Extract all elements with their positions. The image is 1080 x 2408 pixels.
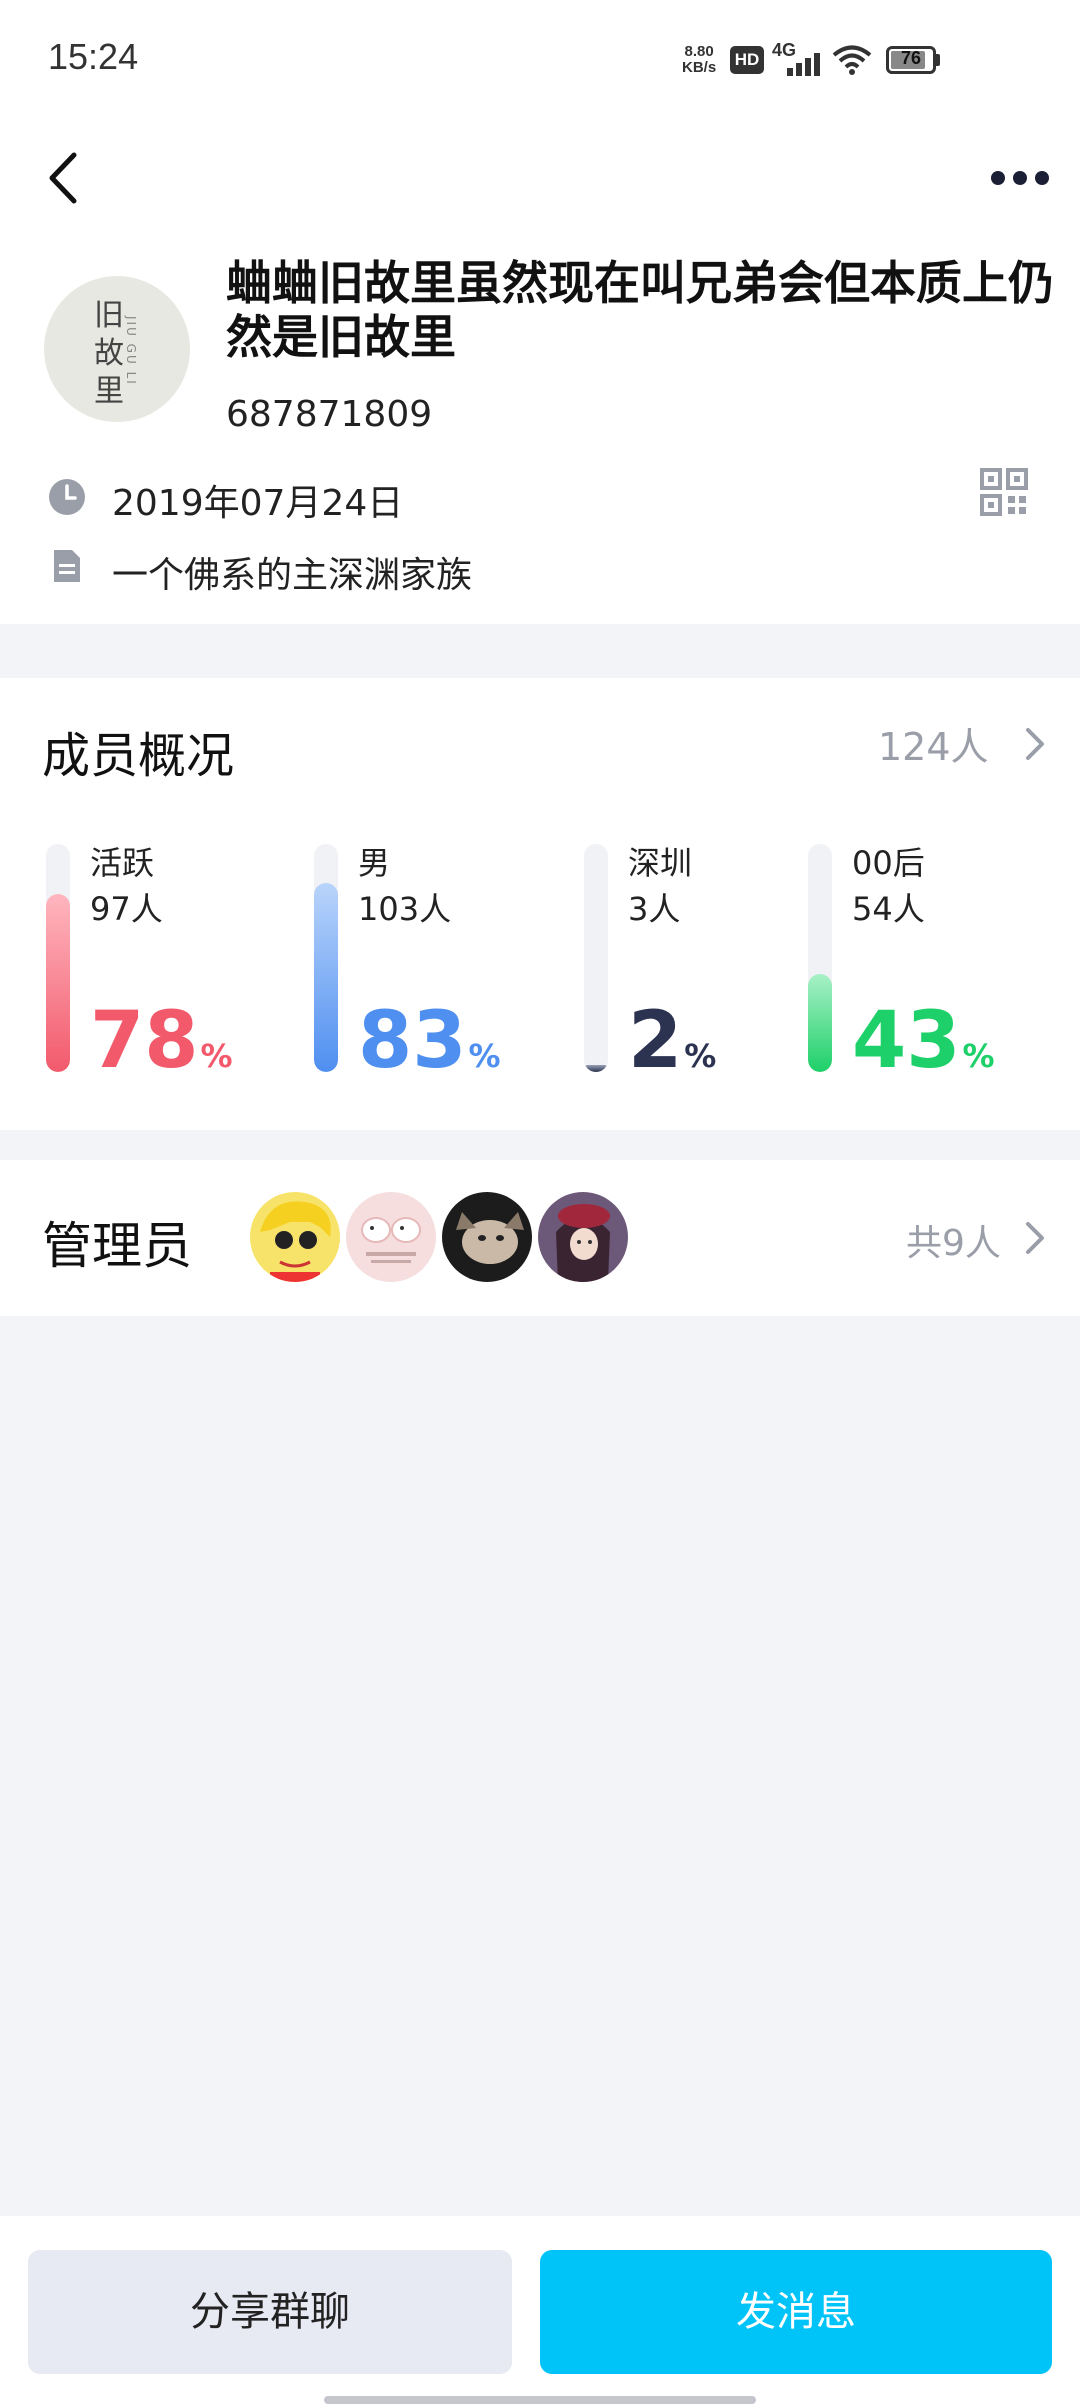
group-avatar[interactable]: 旧 故 里 JIU GU LI <box>44 276 190 422</box>
back-arrow-icon[interactable] <box>40 145 90 211</box>
stat-bar-male <box>314 844 338 1072</box>
members-total[interactable]: 124人 <box>878 716 989 771</box>
send-message-button[interactable]: 发消息 <box>540 2250 1052 2374</box>
stat-count: 103人 <box>358 890 452 928</box>
stat-percent-value: 78 <box>90 996 199 1086</box>
stat-bar-city <box>584 844 608 1072</box>
stat-label: 活跃 <box>90 844 155 882</box>
stat-fill-male <box>314 882 338 1072</box>
stat-label: 00后 <box>852 844 925 882</box>
admins-total[interactable]: 共9人 <box>906 1214 1001 1266</box>
admin-avatar[interactable] <box>250 1192 340 1282</box>
stat-fill-age <box>808 973 832 1072</box>
avatar-char: 里 <box>94 374 124 409</box>
stat-bar-active <box>46 844 70 1072</box>
stat-percent: 43% <box>852 996 995 1101</box>
more-options-icon[interactable] <box>988 160 1052 196</box>
members-title: 成员概况 <box>42 728 235 784</box>
stat-percent-unit: % <box>200 1037 233 1075</box>
created-date: 2019年07月24日 <box>112 483 404 524</box>
stat-percent: 78% <box>90 996 233 1101</box>
stat-percent-unit: % <box>684 1037 717 1075</box>
battery-icon: 76 <box>886 46 936 74</box>
admin-avatar[interactable] <box>442 1192 532 1282</box>
stat-label: 深圳 <box>628 844 693 882</box>
document-icon <box>54 550 80 582</box>
status-time: 15:24 <box>48 36 139 77</box>
network-speed: 8.80 KB/s <box>682 44 716 76</box>
avatar-small-text: JIU GU LI <box>124 316 138 386</box>
share-group-button[interactable]: 分享群聊 <box>28 2250 512 2374</box>
admin-avatar[interactable] <box>538 1192 628 1282</box>
hd-icon: HD <box>730 46 764 74</box>
stat-percent: 83% <box>358 996 501 1101</box>
group-id: 687871809 <box>226 394 433 435</box>
signal-icon <box>787 53 820 76</box>
stat-percent-value: 43 <box>852 996 961 1086</box>
network-speed-unit: KB/s <box>682 59 717 76</box>
group-description: 一个佛系的主深渊家族 <box>112 555 473 596</box>
stat-percent-unit: % <box>962 1037 995 1075</box>
stat-label: 男 <box>358 844 391 882</box>
wifi-icon <box>832 45 872 75</box>
stat-bar-age <box>808 844 832 1072</box>
status-bar: 15:24 8.80 KB/s HD 4G 76 <box>0 0 1080 120</box>
chevron-right-icon[interactable] <box>1024 726 1046 762</box>
admins-title: 管理员 <box>42 1217 192 1275</box>
stat-count: 97人 <box>90 890 163 928</box>
stat-fill-city <box>584 1065 608 1072</box>
battery-level: 76 <box>900 48 922 68</box>
clock-icon <box>49 479 85 515</box>
stat-count: 3人 <box>628 890 681 928</box>
stat-count: 54人 <box>852 890 925 928</box>
network-speed-value: 8.80 <box>684 43 714 60</box>
qr-code-icon[interactable] <box>980 468 1028 516</box>
admin-avatar[interactable] <box>346 1192 436 1282</box>
stat-percent-value: 83 <box>358 996 467 1086</box>
stat-percent-unit: % <box>468 1037 501 1075</box>
chevron-right-icon[interactable] <box>1024 1220 1046 1256</box>
stat-percent: 2% <box>628 996 716 1101</box>
stat-fill-active <box>46 894 70 1072</box>
stat-percent-value: 2 <box>628 996 683 1086</box>
battery-tip <box>936 54 940 66</box>
group-name: 蛐蛐旧故里虽然现在叫兄弟会但本质上仍然是旧故里 <box>226 256 1054 364</box>
home-indicator[interactable] <box>324 2396 756 2404</box>
